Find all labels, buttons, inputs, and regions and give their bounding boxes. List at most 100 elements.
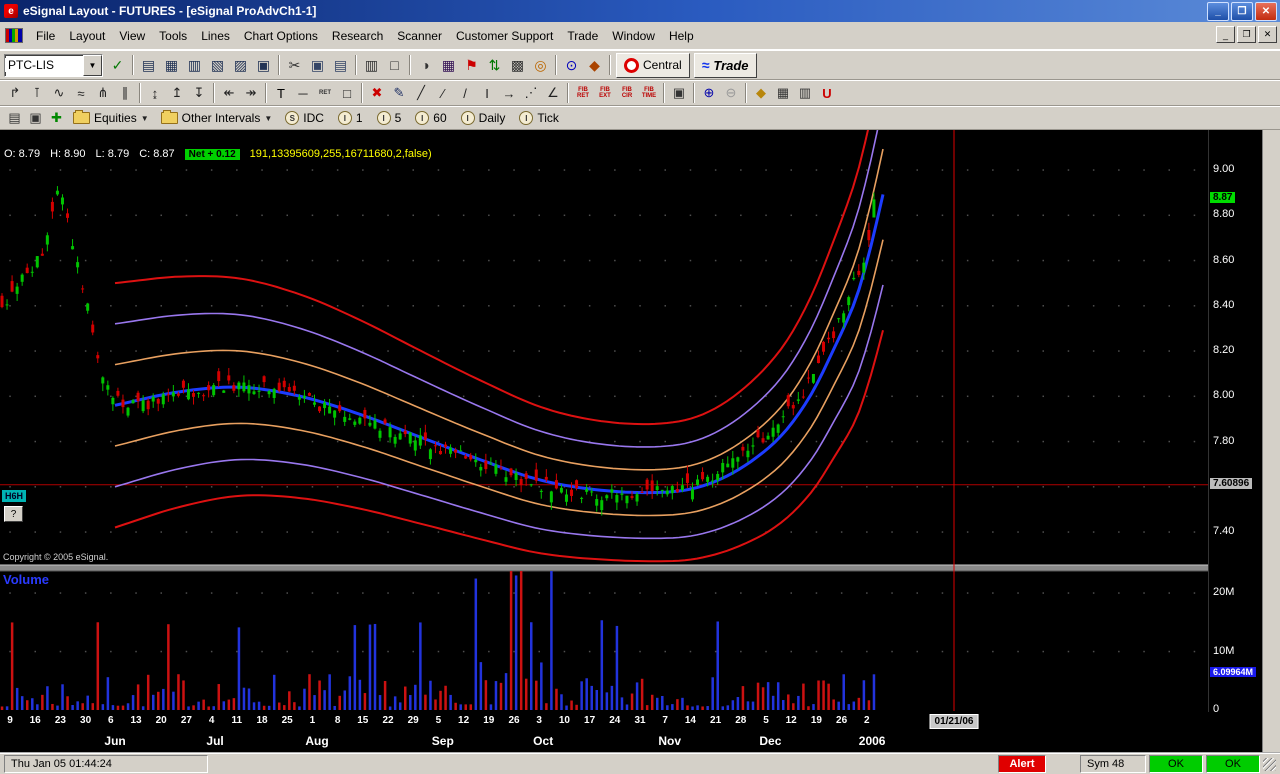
mdi-close-button[interactable]: ✕ (1258, 26, 1277, 43)
trade-button[interactable]: ≈ Trade (694, 53, 757, 78)
menu-trade[interactable]: Trade (560, 26, 605, 46)
menu-window[interactable]: Window (605, 26, 662, 46)
text-tool-icon[interactable]: T (270, 83, 292, 104)
new-chart-icon[interactable]: ▦ (160, 54, 183, 76)
maximize-button[interactable]: ❐ (1231, 2, 1253, 21)
interval-button-idc[interactable]: SIDC (278, 108, 331, 128)
menu-chart-options[interactable]: Chart Options (237, 26, 325, 46)
key-icon[interactable]: ◆ (750, 83, 772, 104)
retracement-tool-icon[interactable]: RET (314, 83, 336, 104)
detail-window-icon[interactable]: ▧ (206, 54, 229, 76)
close-button[interactable]: ✕ (1255, 2, 1277, 21)
delete-tool-icon[interactable]: ✖ (366, 83, 388, 104)
align-bottom-icon[interactable]: ↧ (188, 83, 210, 104)
date-axis[interactable]: 9162330613202741118251815222951219263101… (0, 712, 1262, 732)
print-preview-icon[interactable]: □ (383, 54, 406, 76)
chart-canvas[interactable] (0, 130, 1208, 712)
pin-tool-icon[interactable]: ⊺ (26, 83, 48, 104)
zoom-in-icon[interactable]: ⊕ (698, 83, 720, 104)
interval-grid-icon[interactable]: ▩ (506, 54, 529, 76)
fib-extension-icon[interactable]: FIB EXT (594, 83, 616, 104)
quote-window-icon[interactable]: ▥ (183, 54, 206, 76)
menu-tools[interactable]: Tools (152, 26, 194, 46)
interval-button-60[interactable]: I60 (408, 108, 453, 128)
menu-view[interactable]: View (112, 26, 152, 46)
align-top-icon[interactable]: ↥ (166, 83, 188, 104)
new-page-icon[interactable]: ▤ (137, 54, 160, 76)
extended-line-tool-icon[interactable]: / (454, 83, 476, 104)
fib-retracement-icon[interactable]: FIB RET (572, 83, 594, 104)
fib-time-icon[interactable]: FIB TIME (638, 83, 660, 104)
crosshair-date-badge: 01/21/06 (930, 714, 979, 729)
bell-icon[interactable]: ◎ (529, 54, 552, 76)
price-axis[interactable]: 9.008.808.608.408.208.007.807.408.877.60… (1208, 130, 1263, 712)
alert-indicator[interactable]: Alert (998, 755, 1046, 773)
market-grid-icon[interactable]: ▦ (437, 54, 460, 76)
pitchfork-tool-icon[interactable]: ⋔ (92, 83, 114, 104)
mdi-restore-button[interactable]: ❐ (1237, 26, 1256, 43)
zoom-out-icon[interactable]: ⊖ (720, 83, 742, 104)
step-back-icon[interactable]: ↞ (218, 83, 240, 104)
central-button[interactable]: Central (616, 53, 690, 78)
menu-research[interactable]: Research (325, 26, 390, 46)
symbol-dropdown-icon[interactable]: ▼ (83, 55, 102, 76)
resize-grip[interactable] (1263, 758, 1276, 771)
freehand-tool-icon[interactable]: ∿ (48, 83, 70, 104)
other-intervals-dropdown[interactable]: Other Intervals ▼ (155, 111, 279, 125)
arrow-tool-icon[interactable]: → (498, 83, 520, 104)
symbol-combo[interactable]: ▼ (4, 54, 103, 77)
ray-tool-icon[interactable]: ∕ (432, 83, 454, 104)
channel-tool-icon[interactable]: ∥ (114, 83, 136, 104)
pencil-tool-icon[interactable]: ✎ (388, 83, 410, 104)
grid-style-icon[interactable]: ▦ (772, 83, 794, 104)
page-setup-icon[interactable]: ▨ (229, 54, 252, 76)
interval-button-daily[interactable]: IDaily (454, 108, 513, 128)
add-symbol-icon[interactable]: ✚ (46, 108, 67, 128)
print-icon[interactable]: ▥ (360, 54, 383, 76)
sort-arrows-icon[interactable]: ⇅ (483, 54, 506, 76)
time-sales-icon[interactable]: ◑ (414, 54, 437, 76)
alert-flag-icon[interactable]: ⚑ (460, 54, 483, 76)
vertical-line-tool-icon[interactable]: I (476, 83, 498, 104)
cursor-tool-icon[interactable]: ↱ (4, 83, 26, 104)
interval-button-1[interactable]: I1 (331, 108, 370, 128)
menu-scanner[interactable]: Scanner (390, 26, 449, 46)
link-windows-icon[interactable]: ▣ (668, 83, 690, 104)
save-layout-icon[interactable]: ▣ (252, 54, 275, 76)
copy-icon[interactable]: ▣ (306, 54, 329, 76)
menu-customer-support[interactable]: Customer Support (449, 26, 560, 46)
menu-layout[interactable]: Layout (62, 26, 112, 46)
paste-icon[interactable]: ▤ (329, 54, 352, 76)
print-chart-icon[interactable]: ▤ (4, 108, 25, 128)
hotlist-icon[interactable]: ◆ (583, 54, 606, 76)
quote-book-icon[interactable]: ▥ (794, 83, 816, 104)
cut-icon[interactable]: ✂ (283, 54, 306, 76)
trendline-tool-icon[interactable]: ╱ (410, 83, 432, 104)
underline-icon[interactable]: U (816, 83, 838, 104)
parallel-lines-tool-icon[interactable]: ⋰ (520, 83, 542, 104)
menu-help[interactable]: Help (662, 26, 701, 46)
zigzag-tool-icon[interactable]: ≈ (70, 83, 92, 104)
symbol-input[interactable] (5, 58, 83, 72)
equities-dropdown[interactable]: Equities ▼ (67, 111, 155, 125)
menu-lines[interactable]: Lines (194, 26, 237, 46)
fib-circles-icon[interactable]: FIB CIR (616, 83, 638, 104)
mdi-minimize-button[interactable]: _ (1216, 26, 1235, 43)
distribute-bars-icon[interactable]: ↨ (144, 83, 166, 104)
interval-button-5[interactable]: I5 (370, 108, 409, 128)
price-axis-label: 8.00 (1213, 389, 1234, 401)
interval-button-tick[interactable]: ITick (512, 108, 566, 128)
symbol-apply-icon[interactable]: ✓ (106, 54, 129, 76)
properties-tool-icon[interactable]: □ (336, 83, 358, 104)
minimize-button[interactable]: _ (1207, 2, 1229, 21)
copy-chart-icon[interactable]: ▣ (25, 108, 46, 128)
horizontal-line-tool-icon[interactable]: ─ (292, 83, 314, 104)
step-forward-icon[interactable]: ↠ (240, 83, 262, 104)
study-tag-badge[interactable]: H6H (2, 490, 26, 502)
angle-tool-icon[interactable]: ∠ (542, 83, 564, 104)
connection-status-1: OK (1149, 755, 1203, 773)
help-button[interactable]: ? (4, 506, 23, 522)
title-bar[interactable]: e eSignal Layout - FUTURES - [eSignal Pr… (0, 0, 1280, 22)
search-icon[interactable]: ⊙ (560, 54, 583, 76)
menu-file[interactable]: File (29, 26, 62, 46)
